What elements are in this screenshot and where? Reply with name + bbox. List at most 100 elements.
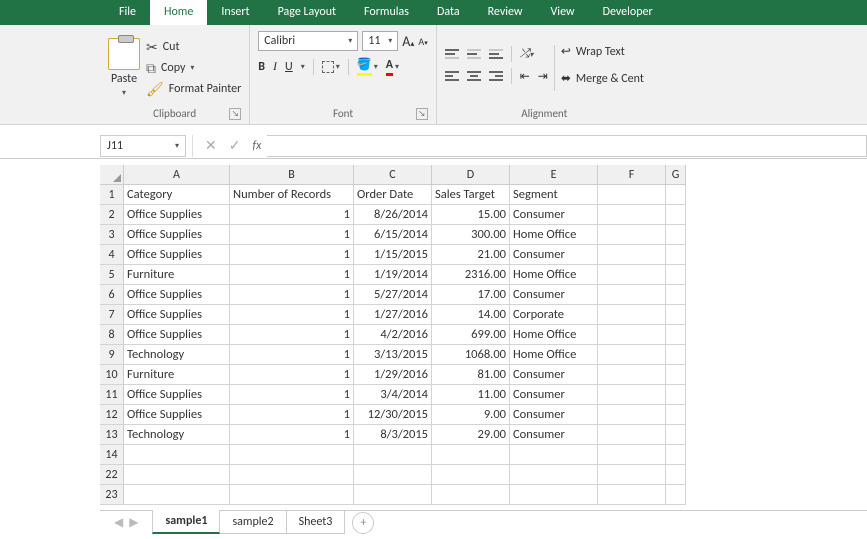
row-header[interactable]: 7 [100,305,124,325]
cell[interactable] [598,445,666,465]
cell[interactable] [598,345,666,365]
cell[interactable] [598,385,666,405]
col-header-g[interactable]: G [666,165,686,185]
tab-file[interactable]: File [105,0,150,25]
bold-button[interactable]: B [258,60,265,74]
cell[interactable] [598,225,666,245]
font-size-selector[interactable]: 11 ▾ [362,31,398,51]
cell[interactable]: 3/13/2015 [354,345,432,365]
orientation-button[interactable]: ⤮▾ [520,47,534,61]
merge-center-button[interactable]: ⬌ Merge & Cent [561,71,644,86]
cell[interactable] [354,465,432,485]
row-header[interactable]: 1 [100,185,124,205]
format-painter-button[interactable]: 🖌 Format Painter [146,81,241,98]
cell[interactable]: 1 [230,205,354,225]
cell[interactable]: Consumer [510,405,598,425]
cell[interactable] [666,185,686,205]
cell[interactable]: Segment [510,185,598,205]
cell[interactable]: Office Supplies [124,305,230,325]
cell[interactable]: 8/26/2014 [354,205,432,225]
cell[interactable]: Consumer [510,385,598,405]
sheet-nav-next[interactable]: ▶ [129,515,138,530]
wrap-text-button[interactable]: ↩ Wrap Text [561,44,644,59]
cell[interactable] [666,465,686,485]
cell[interactable] [598,245,666,265]
cell[interactable] [124,485,230,505]
cell[interactable] [124,445,230,465]
cell[interactable] [666,345,686,365]
cell[interactable]: Consumer [510,205,598,225]
italic-button[interactable]: I [273,59,277,74]
col-header-b[interactable]: B [230,165,354,185]
select-all-button[interactable] [100,165,124,185]
cell[interactable]: Furniture [124,365,230,385]
row-header[interactable]: 4 [100,245,124,265]
cell[interactable]: 1 [230,385,354,405]
cell[interactable]: 1/27/2016 [354,305,432,325]
sheet-nav-prev[interactable]: ◀ [114,515,123,530]
cell[interactable] [432,445,510,465]
row-header[interactable]: 11 [100,385,124,405]
cell[interactable]: 9.00 [432,405,510,425]
cell[interactable]: 1 [230,405,354,425]
tab-page-layout[interactable]: Page Layout [264,0,350,25]
tab-data[interactable]: Data [423,0,474,25]
col-header-c[interactable]: C [354,165,432,185]
cell[interactable]: 1068.00 [432,345,510,365]
col-header-e[interactable]: E [510,165,598,185]
cell[interactable]: Technology [124,425,230,445]
cell[interactable]: 1/29/2016 [354,365,432,385]
row-header[interactable]: 12 [100,405,124,425]
tab-review[interactable]: Review [474,0,537,25]
cell[interactable] [666,405,686,425]
cell[interactable] [666,365,686,385]
cell[interactable] [510,465,598,485]
copy-button[interactable]: ⧉ Copy ▾ [146,60,241,77]
cell[interactable] [598,325,666,345]
dialog-launcher-font[interactable]: ↘ [416,108,428,120]
align-middle-button[interactable] [467,49,481,59]
cell[interactable]: Office Supplies [124,245,230,265]
cell[interactable]: 6/15/2014 [354,225,432,245]
row-header[interactable]: 14 [100,445,124,465]
cell[interactable]: 1 [230,345,354,365]
cell[interactable] [598,205,666,225]
cell[interactable] [666,425,686,445]
cell[interactable] [432,465,510,485]
formula-input[interactable] [267,135,867,157]
cell[interactable] [598,305,666,325]
cell[interactable] [230,485,354,505]
cell[interactable] [354,445,432,465]
cell[interactable]: Corporate [510,305,598,325]
tab-view[interactable]: View [537,0,589,25]
fill-color-button[interactable]: 🪣 ▾ [357,57,378,76]
cancel-formula-button[interactable]: ✕ [199,137,223,154]
decrease-indent-button[interactable]: ⇤ [520,69,530,84]
cell[interactable]: 1/15/2015 [354,245,432,265]
cell[interactable] [510,485,598,505]
cell[interactable]: 2316.00 [432,265,510,285]
align-center-button[interactable] [467,71,481,81]
col-header-f[interactable]: F [598,165,666,185]
cell[interactable]: Consumer [510,425,598,445]
cell[interactable] [598,265,666,285]
cell[interactable] [598,485,666,505]
cell[interactable] [598,185,666,205]
cell[interactable]: 1 [230,305,354,325]
cell[interactable]: Consumer [510,365,598,385]
tab-formulas[interactable]: Formulas [350,0,423,25]
cell[interactable]: Category [124,185,230,205]
row-header[interactable]: 22 [100,465,124,485]
cell[interactable] [354,485,432,505]
font-name-selector[interactable]: Calibri ▾ [258,31,358,51]
row-header[interactable]: 9 [100,345,124,365]
cell[interactable] [666,205,686,225]
row-header[interactable]: 23 [100,485,124,505]
cell[interactable]: 3/4/2014 [354,385,432,405]
cell[interactable]: 11.00 [432,385,510,405]
row-header[interactable]: 6 [100,285,124,305]
cell[interactable]: Technology [124,345,230,365]
cell[interactable] [666,225,686,245]
cell[interactable] [230,445,354,465]
cell[interactable]: 1 [230,285,354,305]
